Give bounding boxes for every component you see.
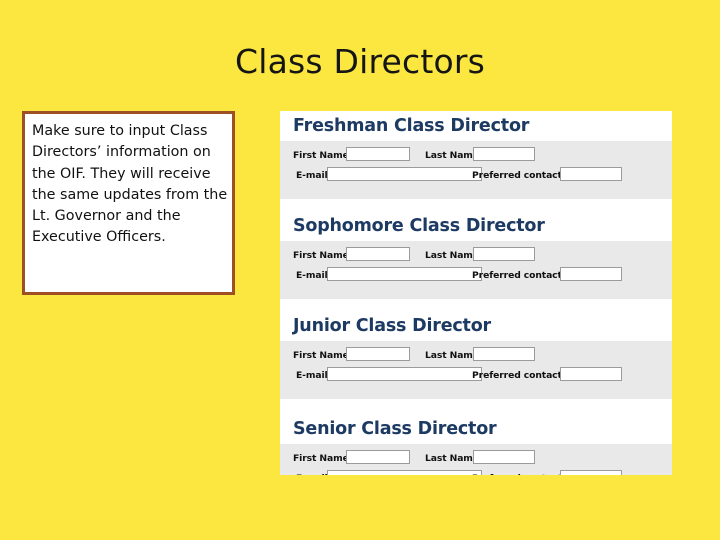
first-name-input[interactable] <box>346 450 410 464</box>
last-name-label: Last Name <box>425 453 479 464</box>
preferred-contact-label: Preferred contact # <box>472 170 573 181</box>
first-name-label: First Name <box>293 250 349 261</box>
preferred-contact-label: Preferred contact # <box>472 270 573 281</box>
form-section-junior: Junior Class Director First Name Last Na… <box>280 311 672 399</box>
preferred-contact-label: Preferred contact # <box>472 370 573 381</box>
preferred-contact-input[interactable] <box>560 267 622 281</box>
name-row-freshman: First Name Last Name <box>280 147 672 164</box>
callout-text: Make sure to input Class Directors’ info… <box>32 123 228 246</box>
contact-row-junior: E-mail Preferred contact # <box>280 367 672 384</box>
field-band-sophomore: First Name Last Name E-mail Preferred co… <box>280 241 672 299</box>
slide-canvas: Class Directors Make sure to input Class… <box>0 0 720 540</box>
form-section-senior: Senior Class Director First Name Last Na… <box>280 414 672 475</box>
first-name-input[interactable] <box>346 247 410 261</box>
preferred-contact-input[interactable] <box>560 167 622 181</box>
page-title: Class Directors <box>234 42 486 81</box>
preferred-contact-input[interactable] <box>560 470 622 475</box>
first-name-label: First Name <box>293 453 349 464</box>
preferred-contact-input[interactable] <box>560 367 622 381</box>
last-name-label: Last Name <box>425 150 479 161</box>
contact-row-sophomore: E-mail Preferred contact # <box>280 267 672 284</box>
name-row-sophomore: First Name Last Name <box>280 247 672 264</box>
last-name-input[interactable] <box>473 147 535 161</box>
email-label: E-mail <box>296 270 328 281</box>
first-name-label: First Name <box>293 150 349 161</box>
contact-row-freshman: E-mail Preferred contact # <box>280 167 672 184</box>
name-row-junior: First Name Last Name <box>280 347 672 364</box>
section-divider <box>280 299 672 311</box>
first-name-input[interactable] <box>346 147 410 161</box>
preferred-contact-label: Preferred contact # <box>472 473 573 475</box>
email-label: E-mail <box>296 170 328 181</box>
section-divider <box>280 199 672 211</box>
section-heading-senior: Senior Class Director <box>280 414 672 444</box>
section-heading-sophomore: Sophomore Class Director <box>280 211 672 241</box>
section-divider <box>280 399 672 414</box>
email-label: E-mail <box>296 370 328 381</box>
last-name-input[interactable] <box>473 247 535 261</box>
email-input[interactable] <box>327 470 482 475</box>
callout-textbox: Make sure to input Class Directors’ info… <box>22 111 235 295</box>
form-section-freshman: Freshman Class Director First Name Last … <box>280 111 672 199</box>
last-name-label: Last Name <box>425 250 479 261</box>
last-name-input[interactable] <box>473 450 535 464</box>
email-input[interactable] <box>327 267 482 281</box>
first-name-label: First Name <box>293 350 349 361</box>
field-band-freshman: First Name Last Name E-mail Preferred co… <box>280 141 672 199</box>
form-section-sophomore: Sophomore Class Director First Name Last… <box>280 211 672 299</box>
name-row-senior: First Name Last Name <box>280 450 672 467</box>
contact-row-senior: E-mail Preferred contact # <box>280 470 672 475</box>
email-input[interactable] <box>327 167 482 181</box>
first-name-input[interactable] <box>346 347 410 361</box>
class-directors-form-panel: Freshman Class Director First Name Last … <box>280 111 672 475</box>
email-label: E-mail <box>296 473 328 475</box>
section-heading-junior: Junior Class Director <box>280 311 672 341</box>
last-name-input[interactable] <box>473 347 535 361</box>
last-name-label: Last Name <box>425 350 479 361</box>
section-heading-freshman: Freshman Class Director <box>280 111 672 141</box>
field-band-senior: First Name Last Name E-mail Preferred co… <box>280 444 672 475</box>
email-input[interactable] <box>327 367 482 381</box>
field-band-junior: First Name Last Name E-mail Preferred co… <box>280 341 672 399</box>
